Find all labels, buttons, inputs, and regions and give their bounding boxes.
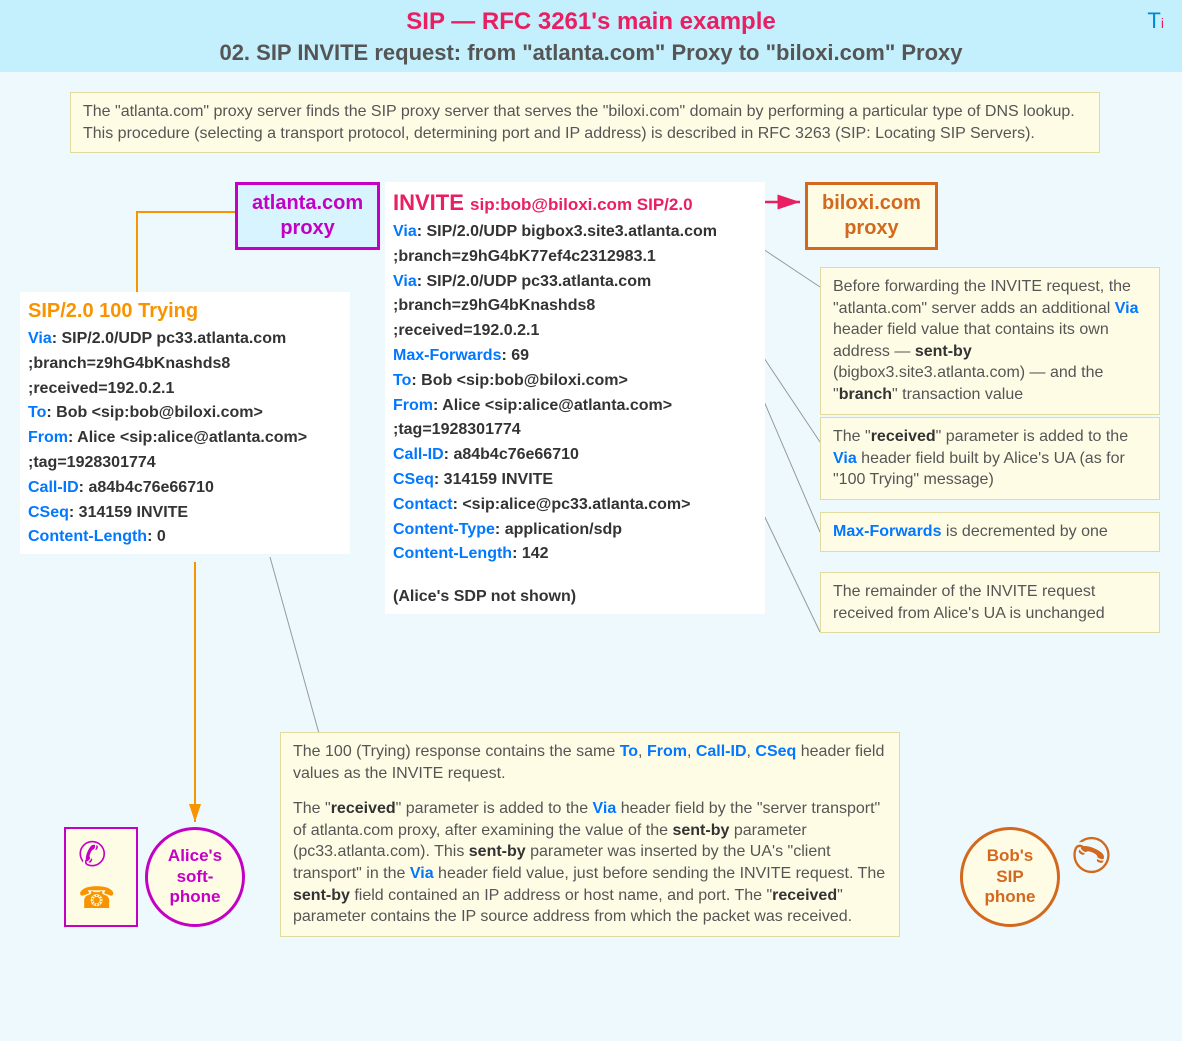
top-note: The "atlanta.com" proxy server finds the…	[70, 92, 1100, 153]
alice-phone-circle: Alice's soft- phone	[145, 827, 245, 927]
invite-line-4: ;received=192.0.2.1	[393, 319, 757, 344]
invite-line-11: Contact: <sip:alice@pc33.atlanta.com>	[393, 493, 757, 518]
trying-line-5: ;tag=1928301774	[28, 451, 342, 476]
logo-i: i	[1161, 15, 1164, 31]
diagram-canvas: The "atlanta.com" proxy server finds the…	[0, 72, 1182, 1022]
trying-line-7: CSeq: 314159 INVITE	[28, 501, 342, 526]
invite-method: INVITE	[393, 190, 464, 215]
invite-title: INVITE sip:bob@biloxi.com SIP/2.0	[393, 186, 757, 220]
handset-down-icon: ☎	[78, 881, 115, 916]
bottom-note-p1: The 100 (Trying) response contains the s…	[293, 741, 887, 784]
trying-line-6: Call-ID: a84b4c76e66710	[28, 476, 342, 501]
trying-line-0: Via: SIP/2.0/UDP pc33.atlanta.com	[28, 327, 342, 352]
invite-line-2: Via: SIP/2.0/UDP pc33.atlanta.com	[393, 270, 757, 295]
invite-line-6: To: Bob <sip:bob@biloxi.com>	[393, 369, 757, 394]
bob-handset-icon: ✆	[1062, 835, 1118, 875]
invite-line-8: ;tag=1928301774	[393, 418, 757, 443]
trying-title: SIP/2.0 100 Trying	[28, 296, 342, 327]
atlanta-proxy-label-1: atlanta.com	[252, 191, 363, 216]
invite-line-13: Content-Length: 142	[393, 542, 757, 567]
trying-line-8: Content-Length: 0	[28, 525, 342, 550]
bottom-note: The 100 (Trying) response contains the s…	[280, 732, 900, 937]
trying-message: SIP/2.0 100 Trying Via: SIP/2.0/UDP pc33…	[20, 292, 350, 554]
invite-line-0: Via: SIP/2.0/UDP bigbox3.site3.atlanta.c…	[393, 220, 757, 245]
trying-line-4: From: Alice <sip:alice@atlanta.com>	[28, 426, 342, 451]
alice-softphone-rect: ✆ ☎	[64, 827, 138, 927]
top-note-text: The "atlanta.com" proxy server finds the…	[83, 103, 1075, 142]
trying-line-1: ;branch=z9hG4bKnashds8	[28, 352, 342, 377]
biloxi-proxy-label-2: proxy	[822, 216, 921, 241]
handset-upright-icon: ✆	[78, 835, 107, 875]
trying-line-3: To: Bob <sip:bob@biloxi.com>	[28, 401, 342, 426]
biloxi-proxy-label-1: biloxi.com	[822, 191, 921, 216]
side-note-via: Before forwarding the INVITE request, th…	[820, 267, 1160, 415]
invite-line-5: Max-Forwards: 69	[393, 344, 757, 369]
page-title: SIP — RFC 3261's main example	[0, 8, 1182, 36]
atlanta-proxy-box: atlanta.com proxy	[235, 182, 380, 250]
invite-line-3: ;branch=z9hG4bKnashds8	[393, 294, 757, 319]
bob-phone-label: Bob's SIP phone	[985, 846, 1036, 907]
header-bar: SIP — RFC 3261's main example 02. SIP IN…	[0, 0, 1182, 72]
invite-uri: sip:bob@biloxi.com SIP/2.0	[470, 195, 693, 214]
side-note-remainder: The remainder of the INVITE request rece…	[820, 572, 1160, 633]
bob-phone-circle: Bob's SIP phone	[960, 827, 1060, 927]
page-subtitle: 02. SIP INVITE request: from "atlanta.co…	[0, 40, 1182, 66]
invite-line-10: CSeq: 314159 INVITE	[393, 468, 757, 493]
alice-phone-label: Alice's soft- phone	[168, 846, 222, 907]
invite-line-12: Content-Type: application/sdp	[393, 518, 757, 543]
logo-ti: Ti	[1147, 8, 1164, 34]
invite-message: INVITE sip:bob@biloxi.com SIP/2.0 Via: S…	[385, 182, 765, 614]
biloxi-proxy-box: biloxi.com proxy	[805, 182, 938, 250]
invite-line-1: ;branch=z9hG4bK77ef4c2312983.1	[393, 245, 757, 270]
trying-line-2: ;received=192.0.2.1	[28, 377, 342, 402]
invite-line-7: From: Alice <sip:alice@atlanta.com>	[393, 394, 757, 419]
logo-t: T	[1147, 8, 1160, 33]
atlanta-proxy-label-2: proxy	[252, 216, 363, 241]
invite-line-9: Call-ID: a84b4c76e66710	[393, 443, 757, 468]
invite-footer: (Alice's SDP not shown)	[393, 585, 757, 610]
side-note-received: The "received" parameter is added to the…	[820, 417, 1160, 500]
bottom-note-p2: The "received" parameter is added to the…	[293, 798, 887, 928]
side-note-maxforwards: Max-Forwards is decremented by one	[820, 512, 1160, 552]
